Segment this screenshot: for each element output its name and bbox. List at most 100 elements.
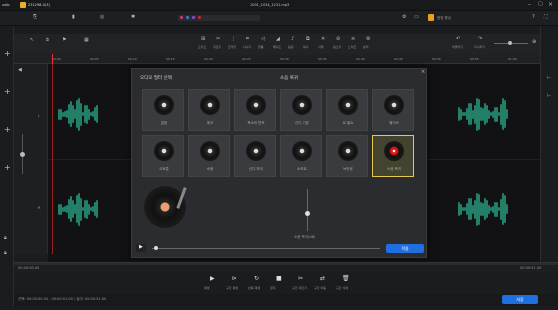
filter-tile[interactable]: 없음 — [142, 89, 184, 131]
filter-tile[interactable]: 소음 — [188, 135, 230, 177]
help-icon[interactable]: ? — [532, 15, 535, 20]
tool-group: ⊞ 오디오 ✂ 자르기 ⋮ 쪼개기 ⌗ 나누기 ◁ 볼륨 ◢ 페이드 ♪ 음성 ⧉ 복사 ✕ 삭제… — [196, 37, 376, 51]
selection-info: 선택: 00:00:00.00 - 00:00:51.00 / 길이: 00:0… — [18, 297, 107, 301]
filter-tile[interactable]: 오토튠 — [142, 135, 184, 177]
filter-tile[interactable]: 브라운 — [326, 135, 368, 177]
left-panel: + + + + 🔒︎ 🔒︎ — [0, 26, 14, 306]
filter-tile[interactable]: 신디 하이 — [234, 135, 276, 177]
marker-icon[interactable]: ⚑ — [62, 38, 66, 43]
audio-filter-dialog: 오디오 필터 선택 소음 복귀 × 없음 에코 목소리 변조 신디 기본 로 블쇼 웨이브… — [131, 68, 427, 258]
lock-icon[interactable]: 🔒︎ — [4, 236, 7, 241]
ruler-tick: 00:15 — [166, 57, 175, 61]
vinyl-icon — [338, 95, 358, 115]
noise-reduction-slider[interactable] — [305, 189, 310, 231]
add-track-icon[interactable]: + — [4, 164, 11, 172]
vinyl-icon — [200, 141, 220, 161]
edit-toolbar: ↖ ✋︎ ⚑ ▦ ⊞ 오디오 ✂ 자르기 ⋮ 쪼개기 ⌗ 나누기 ◁ 볼륨 ◢ 페이드 ♪ 음… — [14, 34, 558, 54]
menu-hint: 음정 향상 — [437, 16, 451, 20]
color-tag-bar[interactable] — [178, 15, 260, 21]
vinyl-icon — [384, 141, 404, 161]
vinyl-icon — [292, 95, 312, 115]
filter-tile-label: 목소리 변조 — [247, 121, 265, 125]
grid-icon[interactable]: ▦ — [84, 38, 89, 43]
tool-copy[interactable]: ⧉ 복사 — [303, 37, 315, 51]
add-track-icon[interactable]: + — [4, 50, 11, 58]
tool-noise[interactable]: ≋ 노이즈 — [348, 37, 360, 51]
lock-icon[interactable]: 🔒︎ — [4, 251, 7, 256]
hand-icon[interactable]: ✋︎ — [46, 38, 49, 43]
add-track-icon[interactable]: + — [4, 126, 11, 134]
zoom-in-icon[interactable]: ⊕ — [532, 40, 536, 45]
save-button[interactable]: 저장 — [502, 295, 538, 304]
transport-controls: ▶ 재생 ⊳ 구간 재생 ↻ 반복 재생 ■ 정지 ✂ 구간 자르기 ⇄ 구간 이동 🗑︎ 구간 삭제 — [14, 272, 558, 294]
filter-tile[interactable]: 에코 — [188, 89, 230, 131]
filter-tile[interactable]: 소음 복귀 — [372, 135, 414, 177]
left-channel-label: L — [38, 114, 40, 118]
speaker-icon[interactable]: ◀ — [18, 68, 22, 73]
transport-button[interactable]: ✂ 구간 자르기 — [292, 274, 310, 292]
zoom-slider[interactable] — [494, 41, 528, 45]
audio-editor-app: { "titlebar": { "app_name": "udio", "pro… — [0, 0, 558, 310]
add-track-icon[interactable]: + — [4, 88, 11, 96]
tool-fade[interactable]: ◢ 페이드 — [273, 37, 285, 51]
tool-divide[interactable]: ⌗ 나누기 — [243, 37, 255, 51]
ruler-tick: 00:45 — [394, 57, 403, 61]
app-name: udio — [2, 3, 10, 7]
transport-label: 구간 재생 — [226, 286, 238, 290]
transport-button[interactable]: ⊳ 구간 재생 — [226, 274, 244, 292]
transport-button[interactable]: ⇄ 구간 이동 — [314, 274, 332, 292]
effects-icon[interactable]: ✱ — [131, 15, 135, 20]
slider-label: 소음 복귀(dB) — [294, 235, 316, 239]
transport-button[interactable]: 🗑︎ 구간 삭제 — [336, 274, 354, 292]
display-icon[interactable]: ▭ — [414, 15, 419, 20]
minimize-icon[interactable]: – — [528, 2, 531, 8]
tool-split[interactable]: ⋮ 쪼개기 — [228, 37, 240, 51]
transport-button[interactable]: ▶ 재생 — [204, 274, 222, 292]
ruler-tick: 01:00 — [508, 57, 517, 61]
tool-voice[interactable]: ♪ 음성 — [288, 37, 300, 51]
import-icon[interactable]: ⎘ — [33, 15, 37, 20]
pin-icon[interactable]: ⊢ — [547, 76, 551, 81]
pitch-icon[interactable] — [428, 14, 434, 21]
filter-tile[interactable]: 웨이브 — [372, 89, 414, 131]
folder-icon[interactable] — [20, 2, 26, 8]
redo-button[interactable]: ↷ 다시하기 — [474, 37, 488, 51]
filter-tile-label: 로 블쇼 — [342, 121, 354, 125]
transport-button[interactable]: ↻ 반복 재생 — [248, 274, 266, 292]
preview-play-button[interactable]: ▶ — [136, 244, 146, 252]
range-play-icon: ⊳ — [232, 275, 238, 282]
timeline-ruler[interactable]: 00:00 00:05 00:10 00:15 00:20 00:25 00:30 00:35… — [14, 54, 558, 64]
filter-tile[interactable]: 목소리 변조 — [234, 89, 276, 131]
ruler-tick: 00:25 — [242, 57, 251, 61]
filter-tile-label: 신디 하이 — [249, 167, 263, 171]
maximize-icon[interactable]: ▢ — [538, 2, 543, 7]
tool-separate[interactable]: ⚙ 분리 — [363, 37, 375, 51]
cursor-icon[interactable]: ↖ — [30, 38, 34, 43]
close-icon[interactable]: × — [548, 2, 553, 8]
file-name: 1001_1034_1231.mp3 — [250, 3, 290, 7]
transport-label: 구간 삭제 — [336, 286, 348, 290]
tool-mute[interactable]: ⊘ 음소거 — [333, 37, 345, 51]
transport-label: 정지 — [270, 286, 276, 290]
scroll-track[interactable] — [14, 263, 558, 265]
preview-progress[interactable] — [152, 246, 380, 250]
tool-delete[interactable]: ✕ 삭제 — [318, 37, 330, 51]
settings-icon[interactable]: ⚙ — [402, 15, 406, 20]
filter-tile[interactable]: 로 블쇼 — [326, 89, 368, 131]
fullscreen-icon[interactable]: ⛶ — [544, 15, 548, 20]
filter-tile[interactable]: 신디 기본 — [280, 89, 322, 131]
filter-tile-label: 소음 복귀 — [387, 167, 401, 171]
tool-audio[interactable]: ⊞ 오디오 — [198, 37, 210, 51]
filter-tile[interactable]: 소프트 — [280, 135, 322, 177]
volume-fader[interactable] — [20, 134, 25, 174]
status-bar: 선택: 00:00:00.00 - 00:00:51.00 / 길이: 00:0… — [14, 294, 558, 306]
video-icon[interactable]: ▮ — [72, 15, 75, 20]
close-icon[interactable]: × — [421, 70, 425, 75]
transport-button[interactable]: ■ 정지 — [270, 274, 288, 292]
record-icon[interactable]: ◎ — [100, 15, 104, 20]
undo-button[interactable]: ↶ 되돌리기 — [452, 37, 466, 51]
tool-cut[interactable]: ✂ 자르기 — [213, 37, 225, 51]
tool-volume[interactable]: ◁ 볼륨 — [258, 37, 270, 51]
apply-button[interactable]: 적용 — [386, 244, 424, 253]
pin-icon[interactable]: ⊢ — [547, 94, 551, 99]
